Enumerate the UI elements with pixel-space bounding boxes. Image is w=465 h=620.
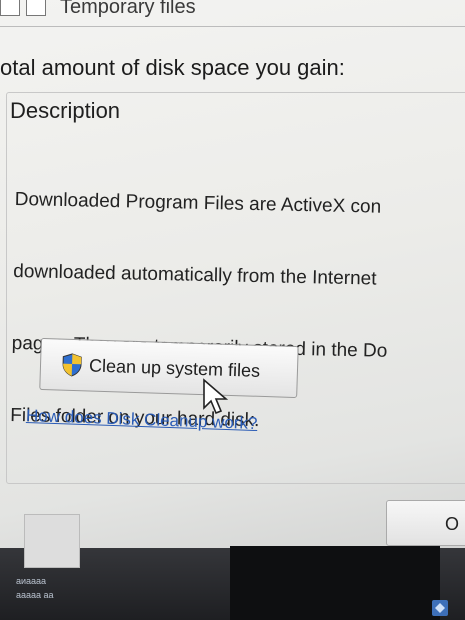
description-title: Description xyxy=(10,98,121,123)
taskbar-text-line: аиаааа xyxy=(16,576,47,586)
taskbar-thumbnail[interactable] xyxy=(24,514,80,568)
disk-cleanup-window: Temporary files otal amount of disk spac… xyxy=(0,0,465,560)
checkbox[interactable] xyxy=(0,0,20,16)
file-type-icon xyxy=(26,0,46,16)
total-space-label: otal amount of disk space you gain: xyxy=(0,55,345,80)
description-line: Downloaded Program Files are ActiveX con xyxy=(14,188,382,218)
divider xyxy=(0,26,465,27)
description-line: downloaded automatically from the Intern… xyxy=(13,260,377,290)
taskbar-text: аиаааа ааааа аа xyxy=(16,574,54,602)
clean-up-system-files-button[interactable]: Clean up system files xyxy=(39,337,299,399)
file-list-item-label: Temporary files xyxy=(60,0,196,18)
mouse-cursor-icon xyxy=(203,378,229,415)
taskbar-text-line: ааааа аа xyxy=(16,590,54,600)
taskbar-dark-region xyxy=(230,546,440,620)
description-text: Downloaded Program Files are ActiveX con… xyxy=(9,140,465,486)
ok-button[interactable]: O xyxy=(386,500,465,546)
clean-up-system-files-label: Clean up system files xyxy=(88,354,261,381)
uac-shield-icon xyxy=(62,353,82,377)
tray-icon[interactable] xyxy=(430,598,450,618)
file-list-item[interactable]: Temporary files xyxy=(0,0,260,20)
